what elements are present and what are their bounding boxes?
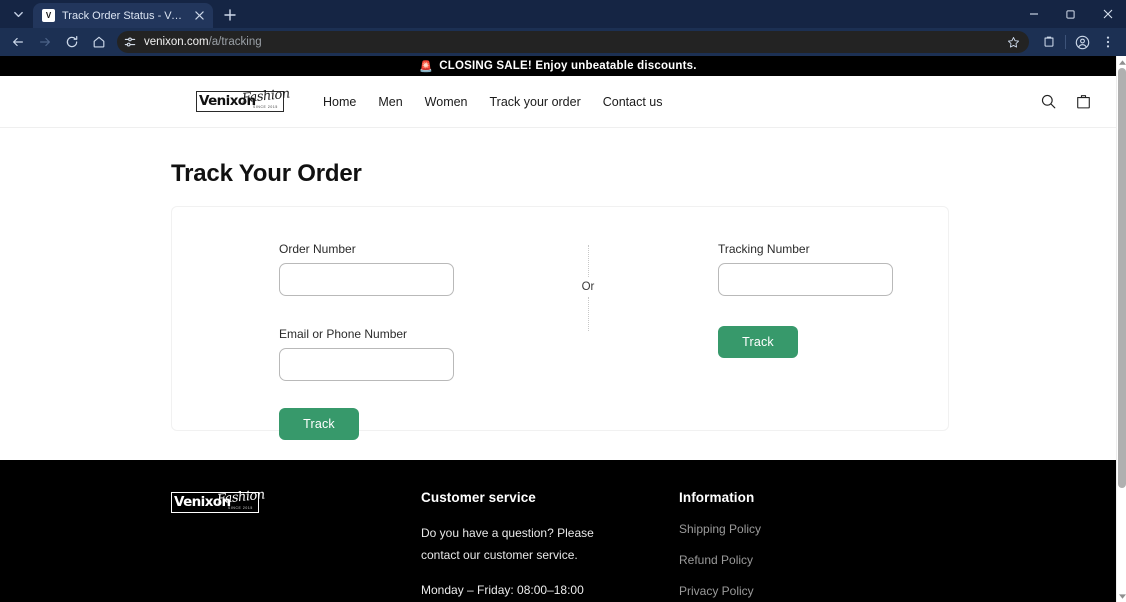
tab-search-icon[interactable]	[5, 1, 31, 27]
siren-icon: 🚨	[419, 60, 434, 73]
header-icons	[1040, 93, 1096, 110]
footer-logo[interactable]: Venixon Fashion SINCE 2015	[171, 488, 265, 516]
page-viewport: 🚨 CLOSING SALE! Enjoy unbeatable discoun…	[0, 56, 1126, 602]
or-divider-line-top	[587, 245, 589, 277]
site-header: Venixon Fashion SINCE 2015 Home Men Wome…	[0, 76, 1116, 128]
reload-icon[interactable]	[59, 30, 85, 54]
content-wrapper: Track Your Order Order Number Email or P…	[163, 160, 953, 440]
footer-customer-service-text: Do you have a question? Please contact o…	[421, 526, 594, 562]
order-number-input[interactable]	[279, 263, 454, 296]
logo-since: SINCE 2015	[253, 104, 278, 109]
tracking-number-input[interactable]	[718, 263, 893, 296]
nav-item-women[interactable]: Women	[414, 91, 479, 113]
page-scrollbar[interactable]	[1116, 56, 1126, 602]
address-bar[interactable]: venixon.com/a/tracking	[117, 31, 1029, 53]
profile-icon[interactable]	[1069, 30, 1095, 54]
maximize-button[interactable]	[1052, 0, 1089, 28]
window-controls	[1015, 0, 1126, 28]
announcement-bar: 🚨 CLOSING SALE! Enjoy unbeatable discoun…	[0, 56, 1116, 76]
tracking-number-label: Tracking Number	[718, 242, 810, 256]
or-divider-label: Or	[581, 281, 595, 293]
footer-logo-since: SINCE 2015	[228, 506, 253, 510]
close-window-button[interactable]	[1089, 0, 1126, 28]
browser-toolbar: venixon.com/a/tracking	[0, 28, 1126, 56]
scroll-down-arrow-icon[interactable]	[1117, 590, 1126, 602]
track-button-tracking[interactable]: Track	[718, 326, 798, 358]
toolbar-divider	[1065, 35, 1066, 49]
or-divider-line-bottom	[587, 297, 589, 331]
nav-item-men[interactable]: Men	[367, 91, 413, 113]
right-track-button-wrap: Track	[718, 326, 948, 358]
back-arrow-icon[interactable]	[5, 30, 31, 54]
home-icon[interactable]	[86, 30, 112, 54]
nav-item-contact-us[interactable]: Contact us	[592, 91, 674, 113]
address-bar-url: venixon.com/a/tracking	[144, 36, 998, 48]
nav-item-home[interactable]: Home	[312, 91, 367, 113]
footer-columns: Venixon Fashion SINCE 2015 Customer serv…	[163, 488, 953, 602]
search-icon[interactable]	[1040, 93, 1057, 110]
url-domain: venixon.com	[144, 36, 209, 48]
footer-link-privacy-policy[interactable]: Privacy Policy	[679, 584, 953, 598]
tab-title: Track Order Status - Venixon	[62, 9, 185, 22]
field-spacer	[279, 296, 562, 327]
nav-item-track-your-order[interactable]: Track your order	[479, 91, 592, 113]
browser-tab[interactable]: V Track Order Status - Venixon	[33, 3, 213, 28]
email-phone-label: Email or Phone Number	[279, 327, 408, 341]
track-button-order[interactable]: Track	[279, 408, 359, 440]
toolbar-right-icons	[1036, 30, 1121, 54]
footer-information-column: Information Shipping Policy Refund Polic…	[671, 490, 953, 602]
tracking-form-card: Order Number Email or Phone Number Track	[171, 206, 949, 440]
url-path: /a/tracking	[208, 36, 262, 48]
tab-strip: V Track Order Status - Venixon	[0, 0, 1126, 28]
forward-arrow-icon[interactable]	[32, 30, 58, 54]
browser-window: V Track Order Status - Venixon	[0, 0, 1126, 602]
star-icon[interactable]	[1003, 32, 1023, 52]
footer-logo-column: Venixon Fashion SINCE 2015	[171, 488, 421, 602]
order-number-label: Order Number	[279, 242, 356, 256]
main-navigation: Home Men Women Track your order Contact …	[312, 91, 1040, 113]
new-tab-button[interactable]	[218, 3, 242, 27]
footer-customer-service-column: Customer service Do you have a question?…	[421, 490, 671, 602]
footer-information-heading: Information	[679, 490, 755, 505]
shopping-bag-icon[interactable]	[1075, 93, 1092, 110]
email-or-phone-input[interactable]	[279, 348, 454, 381]
tracking-lookup-column: Tracking Number Track	[614, 242, 948, 430]
three-dot-menu-icon[interactable]	[1095, 30, 1121, 54]
footer-customer-service-heading: Customer service	[421, 490, 536, 505]
site-logo[interactable]: Venixon Fashion SINCE 2015	[196, 86, 290, 115]
tracking-form-layout: Order Number Email or Phone Number Track	[172, 207, 948, 440]
site-footer: Venixon Fashion SINCE 2015 Customer serv…	[0, 460, 1116, 602]
scroll-up-arrow-icon[interactable]	[1117, 56, 1126, 68]
order-lookup-column: Order Number Email or Phone Number Track	[172, 242, 562, 440]
footer-link-shipping-policy[interactable]: Shipping Policy	[679, 522, 953, 536]
left-track-button-wrap: Track	[279, 408, 562, 440]
page-title: Track Your Order	[171, 160, 362, 187]
site-settings-icon[interactable]	[121, 33, 139, 51]
footer-hours-weekday: Monday – Friday: 08:00–18:00	[421, 583, 584, 597]
scrollbar-thumb[interactable]	[1118, 68, 1126, 488]
venixon-favicon: V	[42, 9, 55, 22]
minimize-button[interactable]	[1015, 0, 1052, 28]
main-content: Track Your Order Order Number Email or P…	[0, 160, 1116, 440]
or-divider: Or	[562, 242, 614, 430]
announcement-text: CLOSING SALE! Enjoy unbeatable discounts…	[439, 60, 697, 72]
footer-link-refund-policy[interactable]: Refund Policy	[679, 553, 953, 567]
close-icon[interactable]	[192, 8, 207, 23]
extensions-icon[interactable]	[1036, 30, 1062, 54]
